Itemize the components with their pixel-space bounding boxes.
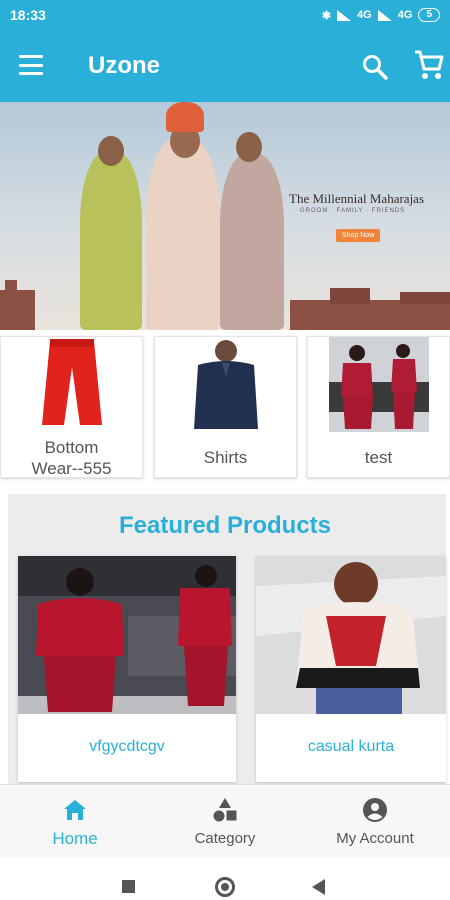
nav-label: My Account (336, 830, 414, 847)
category-image-test (328, 337, 429, 432)
menu-icon[interactable] (19, 55, 43, 75)
category-label-line1: Bottom (44, 438, 99, 457)
turban (166, 102, 204, 132)
cart-icon[interactable] (414, 49, 444, 81)
product-card-vfgycdtcgv[interactable]: vfgycdtcgv (18, 556, 236, 782)
system-navigation-bar (0, 858, 450, 900)
promo-banner[interactable] (0, 102, 450, 330)
recent-apps-icon[interactable] (122, 880, 135, 893)
account-circle-icon (363, 798, 387, 822)
category-image-bottom-wear (21, 337, 122, 432)
category-card-shirts[interactable]: Shirts (154, 336, 297, 478)
featured-title: Featured Products (118, 512, 332, 539)
status-time: 18:33 (10, 7, 46, 23)
app-bar: Uzone (0, 30, 450, 102)
category-card-bottom-wear[interactable]: Bottom Wear--555 (0, 336, 143, 478)
nav-home[interactable]: Home (0, 785, 150, 859)
search-icon[interactable] (362, 54, 388, 80)
category-image-shirts (175, 337, 276, 432)
product-name: vfgycdtcgv (89, 738, 165, 755)
nav-category[interactable]: Category (150, 785, 300, 859)
model-left-head (98, 136, 124, 166)
shop-now-button[interactable]: Shop Now (336, 229, 381, 242)
bottom-navigation: Home Category My Account (0, 784, 450, 858)
product-name: casual kurta (307, 738, 395, 755)
battery-icon: 5 (418, 8, 440, 22)
status-bar: 18:33 ✱ 4G 4G 5 (0, 0, 450, 30)
category-label: Shirts (203, 448, 248, 467)
product-image-vfgycdtcgv (18, 556, 236, 714)
app-title: Uzone (88, 52, 160, 79)
category-label: test (364, 448, 393, 467)
network-label-1: 4G (357, 9, 372, 21)
nav-my-account[interactable]: My Account (300, 785, 450, 859)
category-label-line2: Wear--555 (31, 459, 112, 478)
nav-label: Home (52, 829, 98, 848)
signal-icon-2 (377, 9, 392, 21)
home-icon (64, 800, 86, 820)
status-indicators: ✱ 4G 4G 5 (322, 8, 440, 22)
banner-subline: GROOM · FAMILY · FRIENDS (300, 208, 406, 214)
product-image-casual-kurta (256, 556, 446, 714)
nav-label: Category (194, 830, 256, 847)
shapes-icon (213, 798, 237, 822)
model-left (80, 152, 142, 330)
bluetooth-icon: ✱ (321, 9, 332, 22)
product-card-casual-kurta[interactable]: casual kurta (256, 556, 446, 782)
home-system-icon[interactable] (215, 877, 235, 897)
model-right-head (236, 132, 262, 162)
model-center (146, 138, 220, 330)
network-label-2: 4G (397, 9, 413, 21)
category-card-test[interactable]: test (307, 336, 450, 478)
banner-headline: The Millennial Maharajas (289, 191, 425, 206)
back-icon[interactable] (312, 879, 325, 895)
model-right (220, 154, 284, 330)
signal-icon (337, 9, 352, 21)
